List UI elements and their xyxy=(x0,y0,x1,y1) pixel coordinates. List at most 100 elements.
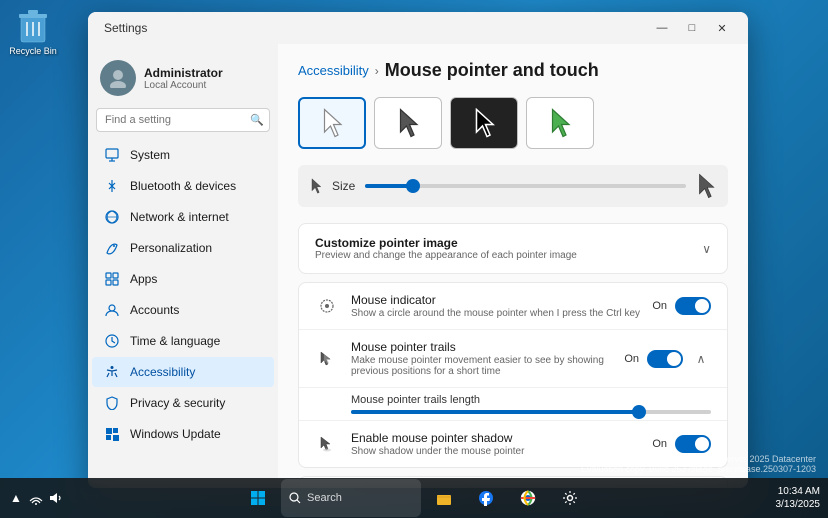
pointer-style-options xyxy=(298,97,728,149)
taskbar-time: 10:34 AM xyxy=(776,485,821,498)
taskbar-volume-icon[interactable] xyxy=(48,490,64,506)
sidebar-label-accounts: Accounts xyxy=(130,303,179,317)
user-name: Administrator xyxy=(144,66,223,80)
apps-icon xyxy=(104,271,120,287)
taskbar-search-label: Search xyxy=(307,492,342,504)
desktop: Recycle Bin Settings — □ ✕ xyxy=(0,0,828,518)
sidebar-search: 🔍 xyxy=(96,108,270,132)
taskbar-network-icon[interactable] xyxy=(28,490,44,506)
sidebar-label-accessibility: Accessibility xyxy=(130,365,195,379)
breadcrumb: Accessibility › Mouse pointer and touch xyxy=(298,60,728,81)
window-title: Settings xyxy=(104,21,147,35)
taskbar-left: ▲ xyxy=(8,490,64,506)
network-icon xyxy=(104,209,120,225)
sidebar-item-system[interactable]: System xyxy=(92,140,274,170)
privacy-icon xyxy=(104,395,120,411)
taskbar-app-2[interactable] xyxy=(467,479,505,517)
customize-pointer-chevron: ∨ xyxy=(702,242,711,256)
system-icon xyxy=(104,147,120,163)
start-button[interactable] xyxy=(239,479,277,517)
size-slider-row: Size xyxy=(298,165,728,207)
user-info: Administrator Local Account xyxy=(144,66,223,91)
mouse-trails-length-label: Mouse pointer trails length xyxy=(351,394,711,406)
taskbar-file-explorer[interactable] xyxy=(425,479,463,517)
recycle-bin-icon[interactable]: Recycle Bin xyxy=(8,8,58,56)
mouse-trails-text: Mouse pointer trails Make mouse pointer … xyxy=(351,340,612,377)
recycle-bin-label: Recycle Bin xyxy=(9,46,57,56)
sidebar-label-time: Time & language xyxy=(130,334,220,348)
mouse-indicator-icon xyxy=(315,294,339,318)
mouse-trails-row: Mouse pointer trails Make mouse pointer … xyxy=(299,329,727,387)
sidebar-item-privacy[interactable]: Privacy & security xyxy=(92,388,274,418)
mouse-shadow-toggle[interactable] xyxy=(675,435,711,453)
search-input[interactable] xyxy=(96,108,270,132)
mouse-trails-control: On ∧ xyxy=(624,349,711,369)
mouse-trails-name: Mouse pointer trails xyxy=(351,340,612,354)
mouse-trails-icon xyxy=(315,347,339,371)
customize-pointer-header[interactable]: Customize pointer image Preview and chan… xyxy=(299,224,727,273)
size-slider-track[interactable] xyxy=(365,184,686,188)
sidebar-label-apps: Apps xyxy=(130,272,157,286)
mouse-trails-desc: Make mouse pointer movement easier to se… xyxy=(351,355,612,377)
breadcrumb-parent[interactable]: Accessibility xyxy=(298,63,369,78)
sidebar-item-bluetooth[interactable]: Bluetooth & devices xyxy=(92,171,274,201)
sidebar-label-privacy: Privacy & security xyxy=(130,396,225,410)
mouse-trails-slider-track[interactable] xyxy=(351,410,711,414)
taskbar-search-icon xyxy=(289,492,301,504)
user-profile[interactable]: Administrator Local Account xyxy=(88,52,278,108)
windows-update-icon xyxy=(104,426,120,442)
watermark: Windows Server 2025 Datacenter Evaluatio… xyxy=(581,454,816,474)
window-controls: — □ ✕ xyxy=(648,18,736,38)
mouse-shadow-control: On xyxy=(652,435,711,453)
minimize-button[interactable]: — xyxy=(648,18,676,38)
sidebar-item-windows-update[interactable]: Windows Update xyxy=(92,419,274,449)
mouse-indicator-state: On xyxy=(652,300,667,312)
mouse-indicator-desc: Show a circle around the mouse pointer w… xyxy=(351,308,640,319)
mouse-trails-length-slider xyxy=(351,410,711,414)
personalization-icon xyxy=(104,240,120,256)
sidebar-item-time[interactable]: Time & language xyxy=(92,326,274,356)
sidebar-label-windows-update: Windows Update xyxy=(130,427,221,441)
watermark-line2: Evaluation copy. Build 26J /stage_prerel… xyxy=(581,464,816,474)
main-content: Accessibility › Mouse pointer and touch xyxy=(278,44,748,488)
taskbar-settings[interactable] xyxy=(551,479,589,517)
taskbar-tray-icon-1[interactable]: ▲ xyxy=(8,490,24,506)
sidebar-item-apps[interactable]: Apps xyxy=(92,264,274,294)
pointer-style-2[interactable] xyxy=(374,97,442,149)
mouse-trails-toggle[interactable] xyxy=(647,350,683,368)
sidebar-item-accessibility[interactable]: Accessibility xyxy=(92,357,274,387)
mouse-trails-slider-thumb[interactable] xyxy=(632,405,646,419)
mouse-trails-state: On xyxy=(624,353,639,365)
pointer-style-4[interactable] xyxy=(526,97,594,149)
sidebar-item-accounts[interactable]: Accounts xyxy=(92,295,274,325)
cursor-small-icon xyxy=(310,178,322,194)
pointer-style-3[interactable] xyxy=(450,97,518,149)
close-button[interactable]: ✕ xyxy=(708,18,736,38)
time-icon xyxy=(104,333,120,349)
user-role: Local Account xyxy=(144,80,223,91)
pointer-style-1[interactable] xyxy=(298,97,366,149)
breadcrumb-separator: › xyxy=(375,64,379,78)
mouse-trails-slider-fill xyxy=(351,410,639,414)
taskbar-date: 3/13/2025 xyxy=(776,498,821,511)
mouse-indicator-text: Mouse indicator Show a circle around the… xyxy=(351,293,640,319)
sidebar-label-network: Network & internet xyxy=(130,210,229,224)
accessibility-icon xyxy=(104,364,120,380)
size-slider-thumb[interactable] xyxy=(406,179,420,193)
watermark-line1: Windows Server 2025 Datacenter xyxy=(581,454,816,464)
taskbar-right: 10:34 AM 3/13/2025 xyxy=(776,485,821,511)
settings-section: Mouse indicator Show a circle around the… xyxy=(298,282,728,468)
mouse-trails-expand[interactable]: ∧ xyxy=(691,349,711,369)
customize-pointer-text: Customize pointer image Preview and chan… xyxy=(315,236,577,261)
time-display[interactable]: 10:34 AM 3/13/2025 xyxy=(776,485,821,511)
sidebar-item-personalization[interactable]: Personalization xyxy=(92,233,274,263)
maximize-button[interactable]: □ xyxy=(678,18,706,38)
search-icon: 🔍 xyxy=(250,114,264,127)
taskbar-search[interactable]: Search xyxy=(281,479,421,517)
title-bar: Settings — □ ✕ xyxy=(88,12,748,44)
mouse-indicator-toggle[interactable] xyxy=(675,297,711,315)
mouse-indicator-control: On xyxy=(652,297,711,315)
size-label: Size xyxy=(332,179,355,193)
taskbar-browser[interactable] xyxy=(509,479,547,517)
sidebar-item-network[interactable]: Network & internet xyxy=(92,202,274,232)
